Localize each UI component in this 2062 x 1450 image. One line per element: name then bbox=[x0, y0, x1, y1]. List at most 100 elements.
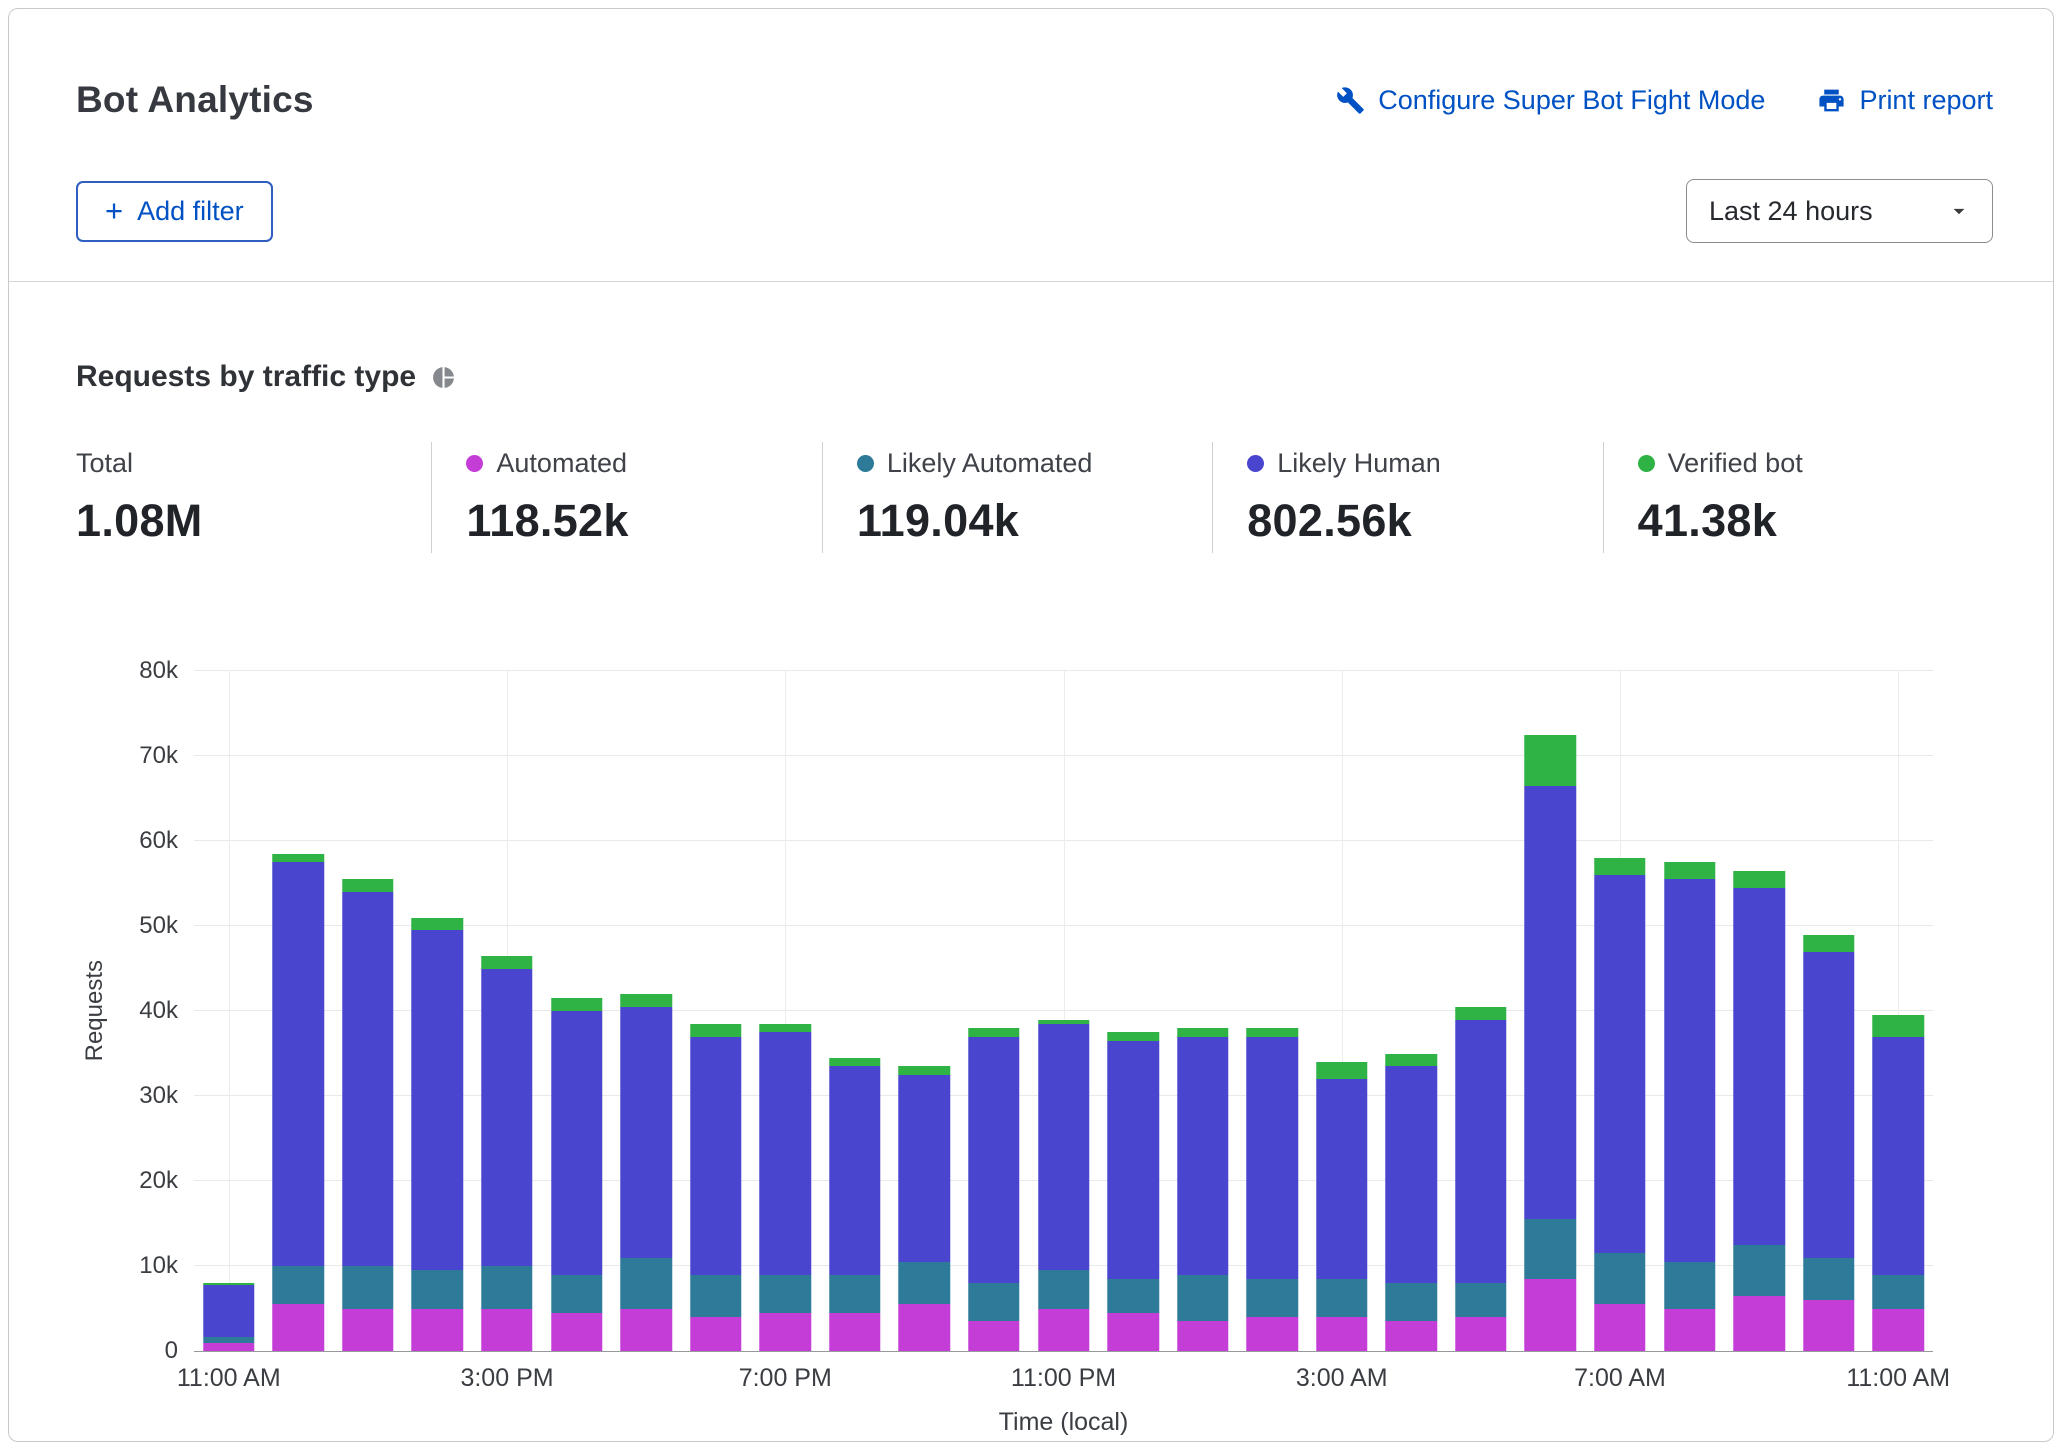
bar-segment-verified-bot bbox=[690, 1024, 741, 1037]
bar-segment-automated bbox=[1386, 1321, 1437, 1351]
bar-segment-verified-bot bbox=[481, 956, 532, 969]
bar-segment-likely-human bbox=[481, 969, 532, 1267]
traffic-type-stats: Total 1.08M Automated 118.52k Likely Aut… bbox=[76, 442, 1993, 553]
bar-segment-verified-bot bbox=[412, 918, 463, 931]
automated-legend-dot bbox=[466, 455, 483, 472]
bar-segment-verified-bot bbox=[1386, 1054, 1437, 1067]
chart-bar-6[interactable] bbox=[620, 671, 671, 1351]
bar-segment-likely-human bbox=[1872, 1037, 1923, 1275]
bar-segment-automated bbox=[1038, 1309, 1089, 1352]
bar-segment-likely-human bbox=[620, 1007, 671, 1258]
bar-segment-likely-human bbox=[1664, 879, 1715, 1262]
header-links: Configure Super Bot Fight Mode Print rep… bbox=[1336, 79, 1993, 116]
chart-bar-20[interactable] bbox=[1594, 671, 1645, 1351]
chart-row: Requests 010k20k30k40k50k60k70k80k 11:00… bbox=[76, 671, 1933, 1437]
chart-bar-5[interactable] bbox=[551, 671, 602, 1351]
bar-segment-likely-human bbox=[1455, 1020, 1506, 1284]
stat-likely-human-label-row: Likely Human bbox=[1247, 448, 1592, 479]
chart-bar-12[interactable] bbox=[1038, 671, 1089, 1351]
bar-segment-verified-bot bbox=[342, 879, 393, 892]
chart-bar-23[interactable] bbox=[1803, 671, 1854, 1351]
chart-bar-10[interactable] bbox=[899, 671, 950, 1351]
chart-bar-19[interactable] bbox=[1525, 671, 1576, 1351]
y-tick-label: 30k bbox=[139, 1082, 178, 1110]
chart-bar-9[interactable] bbox=[829, 671, 880, 1351]
requests-chart: Requests 010k20k30k40k50k60k70k80k 11:00… bbox=[9, 671, 2053, 1437]
chart-bar-22[interactable] bbox=[1733, 671, 1784, 1351]
bar-segment-likely-automated bbox=[412, 1270, 463, 1308]
chart-bar-11[interactable] bbox=[968, 671, 1019, 1351]
bar-segment-likely-automated bbox=[273, 1266, 324, 1304]
likely-human-legend-dot bbox=[1247, 455, 1264, 472]
bar-segment-likely-automated bbox=[1872, 1275, 1923, 1309]
bar-segment-likely-automated bbox=[1664, 1262, 1715, 1309]
stat-total-label-row: Total bbox=[76, 448, 421, 479]
bar-segment-automated bbox=[273, 1304, 324, 1351]
bar-segment-likely-human bbox=[1107, 1041, 1158, 1279]
pie-chart-icon[interactable] bbox=[431, 365, 456, 390]
add-filter-button[interactable]: + Add filter bbox=[76, 181, 273, 242]
chart-bar-1[interactable] bbox=[273, 671, 324, 1351]
time-range-select[interactable]: Last 24 hours bbox=[1686, 179, 1993, 243]
chart-bar-14[interactable] bbox=[1177, 671, 1228, 1351]
chart-bar-3[interactable] bbox=[412, 671, 463, 1351]
bar-segment-likely-human bbox=[760, 1032, 811, 1274]
bar-segment-likely-human bbox=[1386, 1066, 1437, 1283]
add-filter-label: Add filter bbox=[137, 196, 244, 227]
bar-segment-likely-human bbox=[1525, 786, 1576, 1220]
stat-verified-bot[interactable]: Verified bot 41.38k bbox=[1603, 442, 1993, 553]
chart-bar-8[interactable] bbox=[760, 671, 811, 1351]
bar-segment-automated bbox=[620, 1309, 671, 1352]
chart-bar-13[interactable] bbox=[1107, 671, 1158, 1351]
bar-segment-likely-automated bbox=[690, 1275, 741, 1318]
bar-segment-automated bbox=[1177, 1321, 1228, 1351]
configure-super-bot-fight-mode-link[interactable]: Configure Super Bot Fight Mode bbox=[1336, 85, 1765, 116]
print-report-link[interactable]: Print report bbox=[1817, 85, 1993, 116]
plot-column: 11:00 AM3:00 PM7:00 PM11:00 PM3:00 AM7:0… bbox=[194, 671, 1933, 1437]
verified-bot-legend-dot bbox=[1638, 455, 1655, 472]
bar-segment-verified-bot bbox=[1177, 1028, 1228, 1037]
chart-bar-0[interactable] bbox=[203, 671, 254, 1351]
bar-segment-automated bbox=[760, 1313, 811, 1351]
bar-segment-automated bbox=[1107, 1313, 1158, 1351]
stat-automated[interactable]: Automated 118.52k bbox=[431, 442, 821, 553]
chart-bar-7[interactable] bbox=[690, 671, 741, 1351]
bar-segment-likely-automated bbox=[1177, 1275, 1228, 1322]
bar-segment-verified-bot bbox=[1525, 735, 1576, 786]
y-tick-label: 20k bbox=[139, 1167, 178, 1195]
chart-bar-17[interactable] bbox=[1386, 671, 1437, 1351]
bar-segment-verified-bot bbox=[551, 998, 602, 1011]
bar-segment-likely-automated bbox=[829, 1275, 880, 1313]
bar-segment-likely-human bbox=[1594, 875, 1645, 1253]
bar-segment-verified-bot bbox=[899, 1066, 950, 1075]
chart-bar-18[interactable] bbox=[1455, 671, 1506, 1351]
plus-icon: + bbox=[105, 201, 123, 221]
stat-total: Total 1.08M bbox=[76, 442, 431, 553]
chart-bar-15[interactable] bbox=[1246, 671, 1297, 1351]
bar-segment-verified-bot bbox=[1664, 862, 1715, 879]
bar-segment-automated bbox=[1733, 1296, 1784, 1351]
bot-analytics-page: Bot Analytics Configure Super Bot Fight … bbox=[0, 0, 2062, 1450]
chart-plot bbox=[194, 671, 1933, 1352]
stat-likely-human[interactable]: Likely Human 802.56k bbox=[1212, 442, 1602, 553]
wrench-icon bbox=[1336, 86, 1365, 115]
printer-icon bbox=[1817, 86, 1846, 115]
chart-bar-24[interactable] bbox=[1872, 671, 1923, 1351]
bar-segment-verified-bot bbox=[1316, 1062, 1367, 1079]
chart-bar-21[interactable] bbox=[1664, 671, 1715, 1351]
y-axis-title: Requests bbox=[81, 960, 109, 1061]
bar-segment-verified-bot bbox=[1803, 935, 1854, 952]
bar-segment-verified-bot bbox=[829, 1058, 880, 1067]
bar-segment-likely-automated bbox=[1525, 1219, 1576, 1279]
chart-bar-16[interactable] bbox=[1316, 671, 1367, 1351]
stat-likely-automated[interactable]: Likely Automated 119.04k bbox=[822, 442, 1212, 553]
x-tick-label: 7:00 AM bbox=[1574, 1364, 1666, 1393]
chevron-down-icon bbox=[1946, 198, 1972, 224]
bar-segment-likely-human bbox=[1246, 1037, 1297, 1279]
x-tick-label: 7:00 PM bbox=[739, 1364, 832, 1393]
chart-bar-2[interactable] bbox=[342, 671, 393, 1351]
bar-segment-likely-automated bbox=[1733, 1245, 1784, 1296]
bar-segment-automated bbox=[690, 1317, 741, 1351]
bar-segment-automated bbox=[412, 1309, 463, 1352]
chart-bar-4[interactable] bbox=[481, 671, 532, 1351]
